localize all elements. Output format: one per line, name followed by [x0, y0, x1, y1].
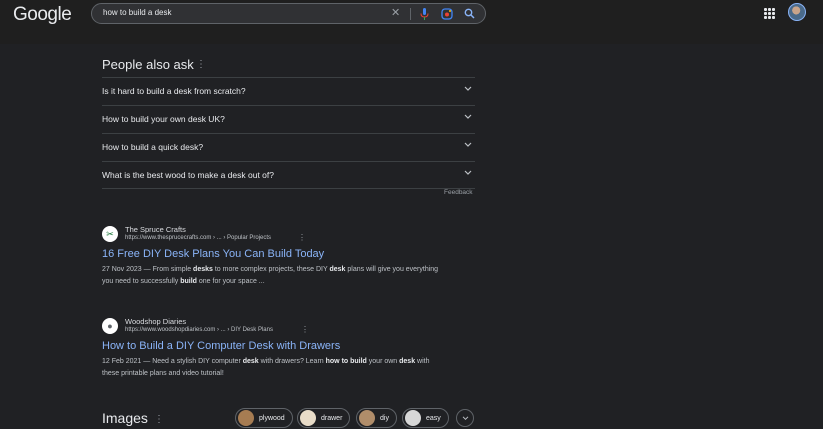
question-item[interactable]: How to build your own desk UK?	[102, 105, 475, 133]
image-chip-drawer[interactable]: drawer	[297, 408, 351, 428]
result-title-link[interactable]: 16 Free DIY Desk Plans You Can Build Tod…	[102, 248, 324, 260]
image-chip-easy[interactable]: easy	[402, 408, 449, 428]
question-text: How to build a quick desk?	[102, 142, 204, 152]
chip-label: easy	[426, 414, 441, 422]
result-options-icon[interactable]: ⋮	[298, 233, 306, 242]
camera-lens-icon[interactable]	[441, 8, 453, 20]
google-logo[interactable]: Google	[13, 4, 72, 26]
images-section-title: Images	[102, 410, 148, 426]
result-snippet: 12 Feb 2021 — Need a stylish DIY compute…	[102, 358, 430, 377]
result-options-icon[interactable]: ⋮	[301, 325, 309, 334]
chip-thumbnail	[405, 410, 421, 426]
chip-label: plywood	[259, 414, 285, 422]
question-item[interactable]: Is it hard to build a desk from scratch?	[102, 77, 475, 105]
avatar[interactable]	[788, 3, 806, 21]
chevron-down-icon[interactable]	[456, 409, 474, 427]
chip-thumbnail	[238, 410, 254, 426]
chevron-down-icon	[464, 86, 472, 91]
spruce-crafts-favicon-icon: ✂	[102, 226, 118, 242]
people-also-ask-list: Is it hard to build a desk from scratch?…	[102, 77, 475, 189]
chevron-down-icon	[464, 142, 472, 147]
site-name[interactable]: The Spruce Crafts	[125, 225, 186, 234]
site-url[interactable]: https://www.thesprucecrafts.com › ... › …	[125, 235, 271, 241]
question-item[interactable]: How to build a quick desk?	[102, 133, 475, 161]
search-input[interactable]: how to build a desk	[103, 8, 172, 17]
result-title-link[interactable]: How to Build a DIY Computer Desk with Dr…	[102, 340, 340, 352]
search-icon[interactable]	[464, 8, 475, 19]
close-icon[interactable]: ✕	[391, 6, 400, 19]
image-chip-diy[interactable]: diy	[356, 408, 397, 428]
chip-thumbnail	[359, 410, 375, 426]
feedback-link[interactable]: Feedback	[444, 189, 473, 196]
chip-label: drawer	[321, 414, 343, 422]
chip-label: diy	[380, 414, 389, 422]
search-divider	[410, 8, 411, 20]
more-options-icon[interactable]: ⋮	[196, 59, 206, 70]
site-name[interactable]: Woodshop Diaries	[125, 317, 186, 326]
apps-grid-icon[interactable]	[764, 8, 775, 19]
chevron-down-icon	[464, 170, 472, 175]
more-options-icon[interactable]: ⋮	[154, 414, 164, 425]
chevron-down-icon	[464, 114, 472, 119]
question-text: How to build your own desk UK?	[102, 114, 225, 124]
woodshop-diaries-favicon-icon: ●	[102, 318, 118, 334]
question-text: Is it hard to build a desk from scratch?	[102, 86, 246, 96]
question-text: What is the best wood to make a desk out…	[102, 170, 274, 180]
people-also-ask-title: People also ask	[102, 57, 194, 72]
microphone-icon[interactable]	[420, 8, 429, 20]
result-snippet: 27 Nov 2023 — From simple desks to more …	[102, 266, 439, 285]
image-chip-plywood[interactable]: plywood	[235, 408, 293, 428]
chip-thumbnail	[300, 410, 316, 426]
top-bar: Google how to build a desk ✕	[0, 0, 823, 44]
question-item[interactable]: What is the best wood to make a desk out…	[102, 161, 475, 189]
site-url[interactable]: https://www.woodshopdiaries.com › ... › …	[125, 327, 273, 333]
search-box[interactable]: how to build a desk ✕	[91, 3, 486, 24]
